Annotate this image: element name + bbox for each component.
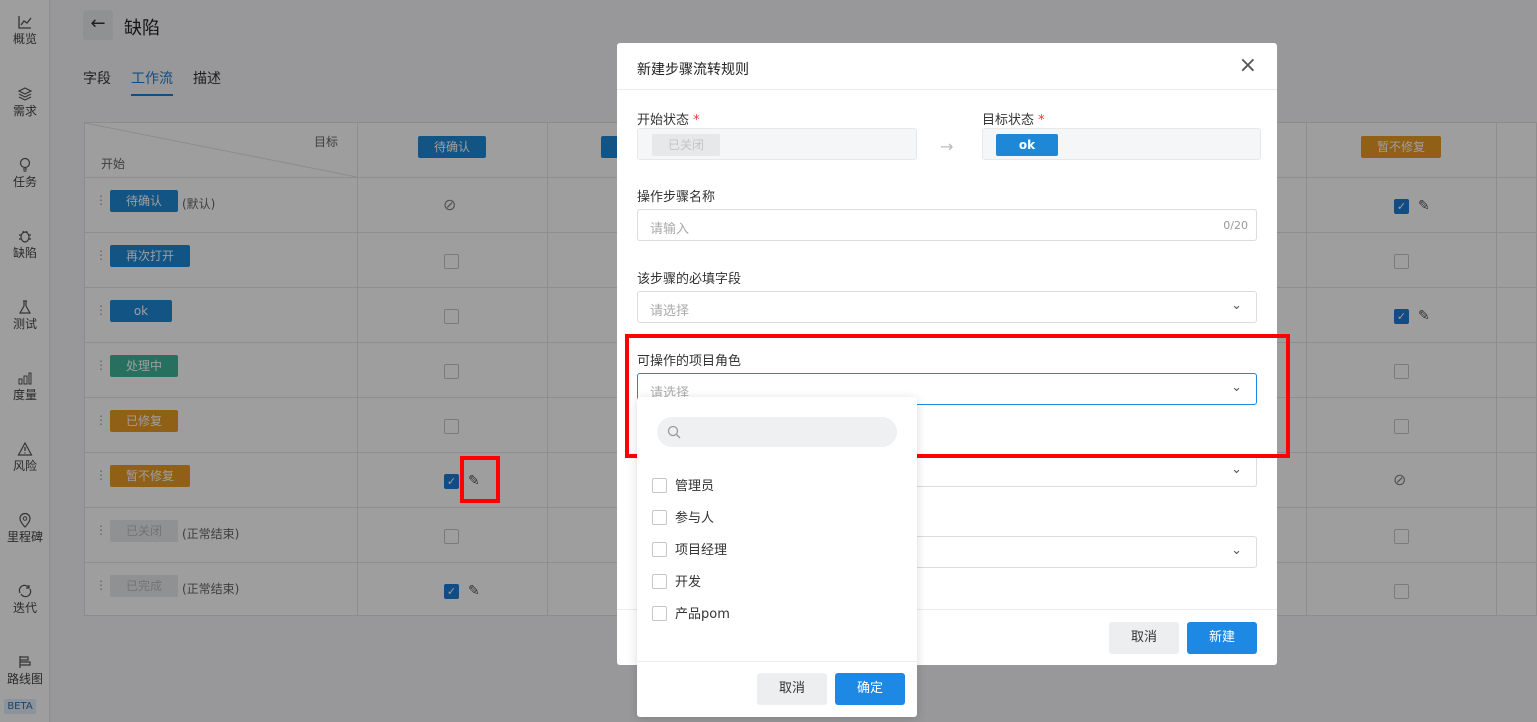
checkbox[interactable]	[652, 574, 667, 589]
cancel-button[interactable]: 取消	[1109, 622, 1179, 654]
target-status-tag: ok	[996, 134, 1058, 156]
role-option[interactable]: 参与人	[652, 507, 714, 526]
checkbox[interactable]	[652, 478, 667, 493]
role-option[interactable]: 开发	[652, 571, 701, 590]
create-button[interactable]: 新建	[1187, 622, 1257, 654]
start-status-field: 已关闭	[637, 128, 917, 160]
step-name-placeholder: 请输入	[650, 222, 690, 237]
chevron-down-icon: ⌄	[1231, 543, 1242, 558]
role-option[interactable]: 产品pom	[652, 603, 730, 622]
required-fields-label: 该步骤的必填字段	[637, 272, 742, 287]
role-option[interactable]: 项目经理	[652, 539, 727, 558]
start-status-tag: 已关闭	[652, 134, 720, 156]
dropdown-search-input[interactable]	[657, 417, 897, 447]
required-fields-select[interactable]: 请选择 ⌄	[637, 291, 1257, 323]
dropdown-cancel-button[interactable]: 取消	[757, 673, 827, 705]
dropdown-confirm-button[interactable]: 确定	[835, 673, 905, 705]
search-icon	[667, 425, 681, 439]
step-name-label: 操作步骤名称	[637, 190, 716, 205]
role-option[interactable]: 管理员	[652, 475, 714, 494]
char-counter: 0/20	[1223, 219, 1248, 232]
arrow-right-icon: →	[940, 137, 954, 156]
checkbox[interactable]	[652, 606, 667, 621]
chevron-down-icon: ⌄	[1231, 298, 1242, 313]
target-status-field: ok	[982, 128, 1261, 160]
roles-dropdown: 管理员 参与人 项目经理 开发 产品pom 取消 确定	[637, 397, 917, 717]
checkbox[interactable]	[652, 510, 667, 525]
checkbox[interactable]	[652, 542, 667, 557]
target-status-label: 目标状态 *	[982, 113, 1045, 128]
start-status-label: 开始状态 *	[637, 113, 700, 128]
dialog-title: 新建步骤流转规则	[637, 62, 749, 78]
required-fields-placeholder: 请选择	[650, 304, 690, 319]
chevron-down-icon: ⌄	[1231, 462, 1242, 477]
highlight-box	[460, 456, 500, 503]
close-icon[interactable]: ×	[1239, 53, 1257, 78]
step-name-input[interactable]: 请输入 0/20	[637, 209, 1257, 241]
